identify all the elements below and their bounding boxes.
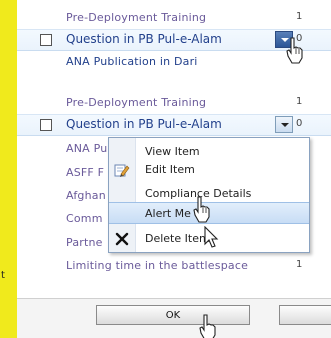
group-header-count: 1: [296, 11, 303, 22]
list-item-row: ANA Publication in Dari: [17, 52, 331, 72]
list-item-title[interactable]: ANA Publication in Dari: [66, 55, 198, 68]
group-header-title: Pre-Deployment Training: [66, 11, 207, 24]
list-item-title[interactable]: Afghan: [66, 189, 106, 202]
delete-icon: [114, 231, 130, 247]
screenshot-frame: t Pre-Deployment Training 1 Question in …: [0, 0, 331, 338]
list-item-row-selected[interactable]: Question in PB Pul-e-Alam 0: [17, 29, 331, 51]
list-item-row: Limiting time in the battlespace 1: [17, 256, 331, 276]
dialog-footer: OK: [17, 298, 331, 338]
edit-icon: [114, 162, 130, 178]
group-header-title: Pre-Deployment Training: [66, 96, 207, 109]
group-header-row: Pre-Deployment Training 1: [17, 8, 331, 28]
hand-cursor-icon: [193, 196, 210, 223]
hand-cursor-icon: [286, 37, 303, 64]
list-item-title[interactable]: Comm: [66, 212, 103, 225]
menu-item-label: Delete Item: [145, 232, 210, 245]
list-item-title[interactable]: ANA Pu: [66, 142, 107, 155]
secondary-button[interactable]: [279, 305, 331, 325]
list-panel: Pre-Deployment Training 1 Question in PB…: [17, 0, 331, 338]
list-item-count: 1: [296, 259, 303, 270]
group-header-row: Pre-Deployment Training 1: [17, 93, 331, 113]
list-item-title[interactable]: ASFF F: [66, 166, 104, 179]
arrow-cursor-icon: [204, 226, 219, 248]
menu-item-label: Alert Me: [145, 207, 191, 220]
list-item-title-link[interactable]: Question in PB Pul-e-Alam: [66, 32, 222, 46]
menu-item-label: Edit Item: [145, 163, 195, 176]
left-edge-text-fragment: t: [1, 270, 5, 281]
list-item-count: 0: [296, 118, 303, 129]
menu-item-edit[interactable]: Edit Item: [109, 159, 309, 181]
list-item-title[interactable]: Limiting time in the battlespace: [66, 259, 248, 272]
list-item-row-selected[interactable]: Question in PB Pul-e-Alam 0: [17, 114, 331, 136]
item-dropdown-button[interactable]: [275, 116, 293, 133]
ok-button[interactable]: OK: [96, 305, 250, 325]
list-item-title[interactable]: Partne: [66, 236, 103, 249]
row-checkbox[interactable]: [40, 119, 52, 131]
hand-cursor-icon: [199, 314, 216, 338]
menu-item-label: View Item: [145, 145, 200, 158]
group-header-count: 1: [296, 96, 303, 107]
chevron-down-icon: [281, 123, 289, 127]
list-item-title-link[interactable]: Question in PB Pul-e-Alam: [66, 117, 222, 131]
row-checkbox[interactable]: [40, 34, 52, 46]
